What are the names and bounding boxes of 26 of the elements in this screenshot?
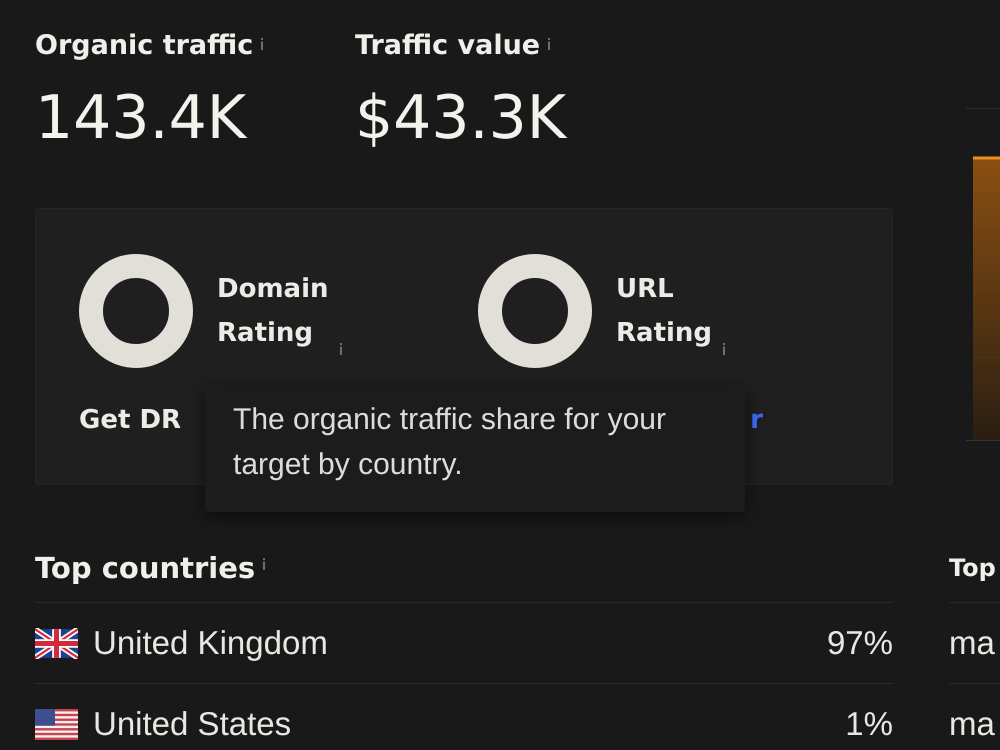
metric-value: $43.3K [355,82,566,154]
info-icon[interactable] [722,343,726,355]
country-name: United Kingdom [93,624,328,662]
uk-flag-icon [35,628,78,658]
rating-label: URL Rating [616,273,712,350]
ring-icon [79,254,193,368]
promo-text: Get DR [79,404,182,437]
metric-label: Organic traffic [35,29,254,63]
ring-icon [478,254,592,368]
tooltip: The organic traffic share for your target by country. [205,385,745,512]
info-icon[interactable] [262,558,266,570]
country-name: United States [93,705,292,743]
metric-value: 143.4K [35,82,246,154]
list-item-text: ma [949,624,995,662]
section-title: Top [949,553,996,584]
metric-label: Traffic value [355,29,540,63]
info-icon[interactable] [260,38,264,50]
country-share: 1% [845,705,893,743]
text-link[interactable]: r [750,400,763,440]
section-title: Top countries [35,550,256,587]
info-icon[interactable] [338,343,343,355]
rating-label: Domain Rating [217,273,329,350]
info-icon[interactable] [547,38,552,50]
us-flag-icon [35,708,78,740]
country-share: 97% [826,624,893,662]
list-item-text: ma [949,705,995,743]
